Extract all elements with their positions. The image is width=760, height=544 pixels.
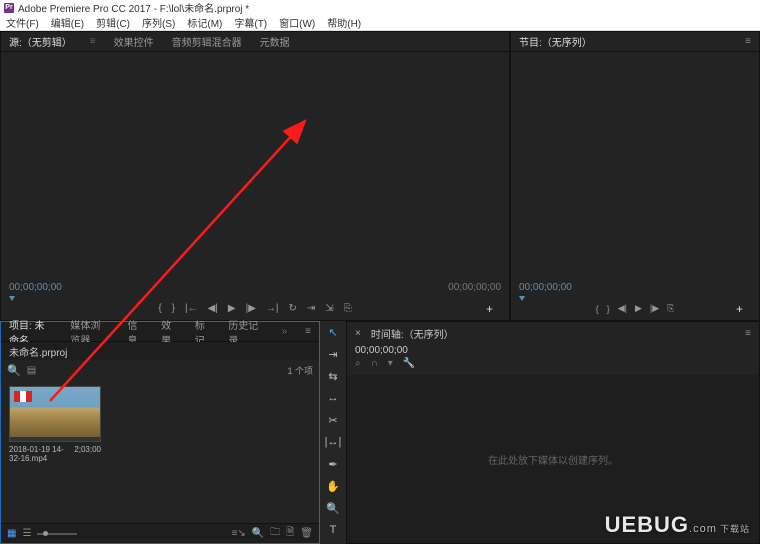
slip-tool[interactable]: |↔| xyxy=(324,435,342,449)
snap-toggle-icon[interactable]: ⌕ xyxy=(355,358,361,369)
new-bin-icon[interactable]: 🗀 xyxy=(270,525,280,542)
source-timecode-right: 00;00;00;00 xyxy=(448,282,501,293)
program-monitor-panel: 节目:（无序列） ≡ 00;00;00;00 { } ◀| ▶ |▶ ⎘ + xyxy=(510,31,760,321)
timeline-panel: × 时间轴:（无序列） ≡ 00;00;00;00 ⌕ ∩ ▾ 🔧 在此处放下媒… xyxy=(346,321,760,544)
step-back-button[interactable]: ◀| xyxy=(208,303,218,314)
find-icon[interactable]: 🔍 xyxy=(252,528,264,539)
add-button-icon[interactable]: + xyxy=(486,302,493,316)
timeline-empty-hint: 在此处放下媒体以创建序列。 xyxy=(488,452,618,467)
source-monitor-panel: 源:（无剪辑） ≡ 效果控件 音频剪辑混合器 元数据 00;00;00;00 0… xyxy=(0,31,510,321)
project-bin[interactable]: 2018-01-19 14-32-16.mp4 2;03;00 xyxy=(1,380,319,523)
project-panel-menu-icon[interactable]: ≡ xyxy=(305,326,311,337)
selection-tool[interactable]: ↖ xyxy=(324,325,342,339)
pen-tool[interactable]: ✒ xyxy=(324,457,342,471)
menu-file[interactable]: 文件(F) xyxy=(6,15,39,30)
razor-tool[interactable]: ✂ xyxy=(324,413,342,427)
tool-palette: ↖ ⇥ ⇆ ↔ ✂ |↔| ✒ ✋ 🔍 T xyxy=(320,321,346,544)
loop-button[interactable]: ↻ xyxy=(289,303,297,314)
program-monitor-viewport[interactable] xyxy=(511,52,759,280)
p-add-button-icon[interactable]: + xyxy=(736,302,743,316)
tab-metadata[interactable]: 元数据 xyxy=(260,34,290,49)
app-icon: Pr xyxy=(4,3,14,13)
clip-thumbnail[interactable] xyxy=(9,386,101,442)
source-panel-tabs: 源:（无剪辑） ≡ 效果控件 音频剪辑混合器 元数据 xyxy=(1,32,509,52)
project-panel: 项目: 未命名 媒体浏览器 信息 效果 标记 历史记录 » ≡ 未命名.prpr… xyxy=(0,321,320,544)
menu-edit[interactable]: 编辑(E) xyxy=(51,15,84,30)
list-view-icon[interactable]: ☰ xyxy=(22,528,31,539)
clip-name: 2018-01-19 14-32-16.mp4 xyxy=(9,445,74,463)
item-count: 1 个项 xyxy=(287,364,313,377)
source-timecode-left: 00;00;00;00 xyxy=(9,282,62,293)
tab-effect-controls[interactable]: 效果控件 xyxy=(114,34,154,49)
clip-item[interactable]: 2018-01-19 14-32-16.mp4 2;03;00 xyxy=(9,386,101,463)
source-monitor-viewport[interactable] xyxy=(1,52,509,280)
project-file-name: 未命名.prproj xyxy=(9,344,67,359)
add-marker-icon[interactable]: ▾ xyxy=(388,358,393,369)
go-to-in-button[interactable]: |← xyxy=(185,303,198,314)
menu-sequence[interactable]: 序列(S) xyxy=(142,15,175,30)
step-forward-button[interactable]: |▶ xyxy=(246,303,256,314)
icon-view-icon[interactable]: ▦ xyxy=(7,528,16,539)
play-button[interactable]: ▶ xyxy=(228,303,236,314)
source-transport: { } |← ◀| ▶ |▶ →| ↻ ⇥ ⇲ ⎘ + xyxy=(9,303,501,316)
menu-help[interactable]: 帮助(H) xyxy=(327,15,361,30)
track-select-tool[interactable]: ⇥ xyxy=(324,347,342,361)
new-item-icon[interactable]: 🗎 xyxy=(286,525,294,542)
automate-to-sequence-icon[interactable]: ≡↘ xyxy=(232,528,246,539)
workspace: 源:（无剪辑） ≡ 效果控件 音频剪辑混合器 元数据 00;00;00;00 0… xyxy=(0,31,760,544)
p-mark-in[interactable]: { xyxy=(596,304,599,314)
delete-icon[interactable]: 🗑 xyxy=(300,528,313,539)
export-frame-button[interactable]: ⎘ xyxy=(344,303,352,314)
window-title: Adobe Premiere Pro CC 2017 - F:\lol\未命名.… xyxy=(18,0,249,15)
insert-button[interactable]: ⇥ xyxy=(307,303,315,314)
menu-clip[interactable]: 剪辑(C) xyxy=(96,15,130,30)
window-titlebar: Pr Adobe Premiere Pro CC 2017 - F:\lol\未… xyxy=(0,0,760,15)
p-step-back[interactable]: ◀| xyxy=(618,303,627,314)
type-tool[interactable]: T xyxy=(324,523,342,537)
hand-tool[interactable]: ✋ xyxy=(324,479,342,493)
tab-source[interactable]: 源:（无剪辑） xyxy=(9,34,72,49)
menu-marker[interactable]: 标记(M) xyxy=(187,15,222,30)
clip-duration: 2;03;00 xyxy=(74,445,101,463)
program-timecode-left: 00;00;00;00 xyxy=(519,282,572,293)
timeline-timecode[interactable]: 00;00;00;00 xyxy=(355,345,408,356)
overwrite-button[interactable]: ⇲ xyxy=(325,303,333,314)
menubar: 文件(F) 编辑(E) 剪辑(C) 序列(S) 标记(M) 字幕(T) 窗口(W… xyxy=(0,15,760,31)
linked-selection-icon[interactable]: ∩ xyxy=(371,358,378,369)
timeline-panel-menu-icon[interactable]: ≡ xyxy=(745,328,751,339)
zoom-tool[interactable]: 🔍 xyxy=(324,501,342,515)
mark-in-button[interactable]: { xyxy=(158,303,161,314)
timeline-settings-icon[interactable]: 🔧 xyxy=(403,358,415,369)
thumbnail-size-slider[interactable] xyxy=(37,533,77,535)
mark-out-button[interactable]: } xyxy=(172,303,175,314)
p-step-fwd[interactable]: |▶ xyxy=(650,303,659,314)
p-mark-out[interactable]: } xyxy=(607,304,610,314)
panel-menu-icon[interactable]: ≡ xyxy=(745,36,751,47)
go-to-out-button[interactable]: →| xyxy=(266,303,279,314)
menu-title[interactable]: 字幕(T) xyxy=(234,15,267,30)
tab-audio-clip-mixer[interactable]: 音频剪辑混合器 xyxy=(172,34,242,49)
timeline-tab[interactable]: 时间轴:（无序列） xyxy=(371,326,454,341)
p-play[interactable]: ▶ xyxy=(635,303,642,314)
program-transport: { } ◀| ▶ |▶ ⎘ + xyxy=(519,303,751,316)
menu-window[interactable]: 窗口(W) xyxy=(279,15,315,30)
p-export[interactable]: ⎘ xyxy=(667,303,674,314)
bin-icon[interactable]: ▤ xyxy=(27,365,36,376)
tab-program[interactable]: 节目:（无序列） xyxy=(519,34,592,49)
watermark: UEBUG.com 下载站 xyxy=(605,512,750,538)
rate-stretch-tool[interactable]: ↔ xyxy=(324,391,342,405)
ripple-edit-tool[interactable]: ⇆ xyxy=(324,369,342,383)
search-icon[interactable]: 🔍 xyxy=(7,364,21,377)
